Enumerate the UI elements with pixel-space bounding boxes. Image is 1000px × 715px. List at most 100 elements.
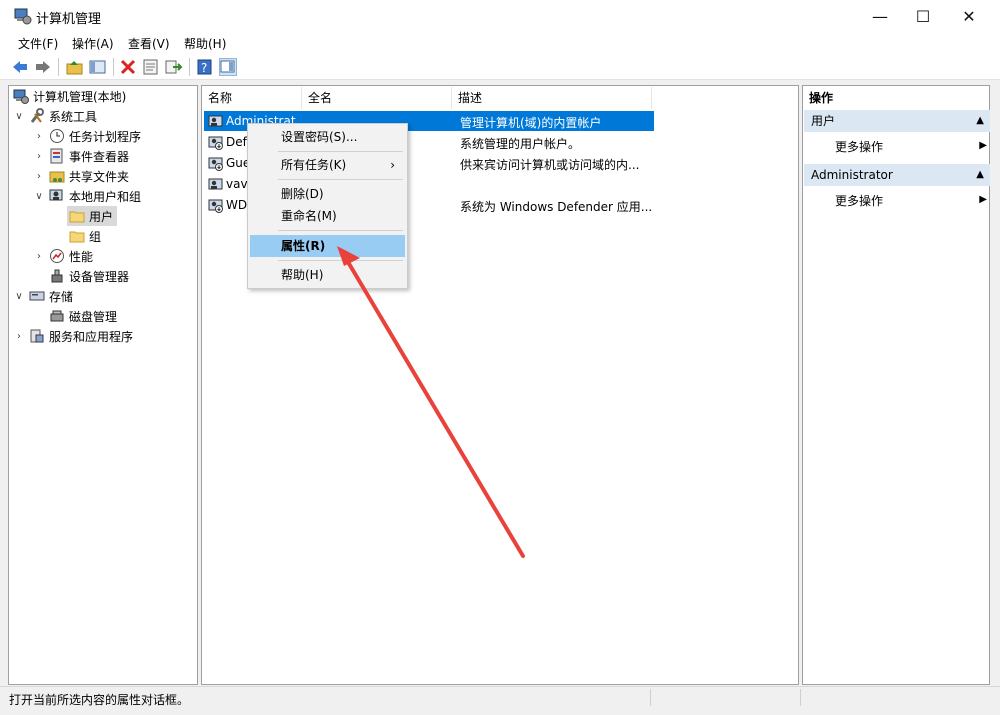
- menu-action[interactable]: 操作(A): [72, 35, 114, 52]
- up-folder-icon[interactable]: [66, 58, 84, 76]
- help-icon[interactable]: ?: [196, 58, 214, 76]
- window-title: 计算机管理: [36, 12, 102, 27]
- action-section-administrator[interactable]: Administrator ▲: [804, 164, 990, 186]
- delete-icon[interactable]: [119, 58, 137, 76]
- computer-management-icon: [14, 8, 32, 25]
- user-description: 管理计算机(域)的内置帐户: [460, 116, 602, 130]
- more-actions-administrator[interactable]: 更多操作 ▶: [835, 192, 987, 209]
- computer-management-window: 计算机管理 — ☐ ✕ 文件(F) 操作(A) 查看(V) 帮助(H) ? 计算…: [0, 0, 1000, 715]
- chevron-right-icon[interactable]: ›: [33, 171, 45, 182]
- status-text: 打开当前所选内容的属性对话框。: [9, 693, 190, 707]
- chevron-down-icon[interactable]: ∨: [13, 111, 25, 122]
- tree-item-services-apps[interactable]: › 服务和应用程序: [13, 326, 133, 346]
- chevron-down-icon[interactable]: ∨: [13, 291, 25, 302]
- properties-icon[interactable]: [142, 58, 160, 76]
- disabled-user-icon: [208, 134, 224, 150]
- clock-icon: [49, 128, 65, 144]
- user-description: 系统管理的用户帐户。: [460, 137, 581, 151]
- folder-icon: [69, 228, 85, 244]
- action-pane: 操作 用户 ▲ 更多操作 ▶ Administrator ▲ 更多操作 ▶: [802, 85, 990, 685]
- collapse-icon[interactable]: ▲: [976, 164, 984, 186]
- tree-label: 共享文件夹: [69, 169, 130, 184]
- event-viewer-icon: [49, 148, 65, 164]
- tree-label: 服务和应用程序: [49, 329, 134, 344]
- tree-label: 设备管理器: [69, 269, 130, 284]
- device-manager-icon: [49, 268, 65, 284]
- menu-file[interactable]: 文件(F): [18, 35, 58, 52]
- tree-label: 系统工具: [49, 109, 98, 124]
- tree-item-performance[interactable]: › 性能: [33, 246, 93, 266]
- tree-item-system-tools[interactable]: ∨ 系统工具: [13, 106, 97, 126]
- user-name: WD: [226, 198, 248, 212]
- column-header-name[interactable]: 名称: [202, 87, 302, 109]
- tree-item-computer-management[interactable]: 计算机管理(本地): [13, 86, 126, 106]
- tree-item-device-manager[interactable]: 设备管理器: [49, 266, 129, 286]
- chevron-right-icon[interactable]: ›: [33, 131, 45, 142]
- action-section-users[interactable]: 用户 ▲: [804, 110, 990, 132]
- tree-item-event-viewer[interactable]: › 事件查看器: [33, 146, 129, 166]
- tree-item-groups[interactable]: 组: [69, 226, 101, 246]
- tree-item-disk-management[interactable]: 磁盘管理: [49, 306, 117, 326]
- back-icon[interactable]: [11, 58, 29, 76]
- minimize-button[interactable]: —: [857, 0, 903, 32]
- action-pane-title: 操作: [809, 91, 834, 105]
- tree-item-task-scheduler[interactable]: › 任务计划程序: [33, 126, 141, 146]
- menu-item-delete[interactable]: 删除(D): [250, 183, 405, 205]
- performance-icon: [49, 248, 65, 264]
- console-tree: 计算机管理(本地) ∨ 系统工具 › 任务计划程序 › 事件查看器 › 共享文件…: [8, 85, 198, 685]
- chevron-right-icon: ›: [390, 158, 395, 172]
- tree-item-local-users-groups[interactable]: ∨ 本地用户和组: [33, 186, 141, 206]
- chevron-right-icon[interactable]: ›: [33, 151, 45, 162]
- column-header-fullname[interactable]: 全名: [302, 87, 452, 109]
- submenu-arrow-icon: ▶: [979, 140, 987, 151]
- menu-item-all-tasks[interactable]: 所有任务(K) ›: [250, 154, 405, 176]
- user-icon: [208, 113, 224, 129]
- services-icon: [29, 328, 45, 344]
- disabled-user-icon: [208, 197, 224, 213]
- context-menu: 设置密码(S)... 所有任务(K) › 删除(D) 重命名(M) 属性(R) …: [247, 123, 408, 289]
- show-hide-action-pane-icon[interactable]: [219, 58, 237, 76]
- collapse-icon[interactable]: ▲: [976, 110, 984, 132]
- computer-management-icon: [13, 88, 29, 104]
- maximize-button[interactable]: ☐: [900, 0, 946, 32]
- user-name: Def: [226, 135, 247, 149]
- system-tools-icon: [29, 108, 45, 124]
- folder-icon: [69, 208, 85, 224]
- tree-label: 性能: [69, 249, 94, 264]
- close-button[interactable]: ✕: [946, 0, 992, 32]
- menu-item-rename[interactable]: 重命名(M): [250, 205, 405, 227]
- menu-item-label: 所有任务(K): [281, 158, 347, 172]
- tree-label: 本地用户和组: [69, 189, 142, 204]
- menu-item-properties[interactable]: 属性(R): [250, 235, 405, 257]
- tree-item-storage[interactable]: ∨ 存储: [13, 286, 73, 306]
- tree-item-shared-folders[interactable]: › 共享文件夹: [33, 166, 129, 186]
- tree-item-users[interactable]: 用户: [67, 206, 118, 226]
- users-group-icon: [49, 188, 65, 204]
- tree-label: 用户: [89, 209, 114, 224]
- more-actions-label: 更多操作: [835, 194, 884, 208]
- toolbar: ?: [0, 54, 1000, 80]
- column-header-description[interactable]: 描述: [452, 87, 652, 109]
- show-hide-tree-icon[interactable]: [89, 58, 107, 76]
- export-icon[interactable]: [165, 58, 183, 76]
- tree-label: 计算机管理(本地): [33, 89, 127, 104]
- menu-item-help[interactable]: 帮助(H): [250, 264, 405, 286]
- user-description: 系统为 Windows Defender 应用...: [460, 200, 653, 214]
- menu-view[interactable]: 查看(V): [128, 35, 170, 52]
- chevron-right-icon[interactable]: ›: [33, 251, 45, 262]
- svg-text:?: ?: [201, 61, 207, 75]
- section-label: 用户: [811, 114, 836, 128]
- shared-folder-icon: [49, 168, 65, 184]
- menu-item-set-password[interactable]: 设置密码(S)...: [250, 126, 405, 148]
- chevron-right-icon[interactable]: ›: [13, 331, 25, 342]
- status-bar: 打开当前所选内容的属性对话框。: [0, 686, 1000, 708]
- tree-label: 事件查看器: [69, 149, 130, 164]
- chevron-down-icon[interactable]: ∨: [33, 191, 45, 202]
- tree-label: 磁盘管理: [69, 309, 118, 324]
- disabled-user-icon: [208, 155, 224, 171]
- disk-icon: [49, 308, 65, 324]
- more-actions-users[interactable]: 更多操作 ▶: [835, 138, 987, 155]
- menu-help[interactable]: 帮助(H): [184, 35, 226, 52]
- user-icon: [208, 176, 224, 192]
- forward-icon[interactable]: [34, 58, 52, 76]
